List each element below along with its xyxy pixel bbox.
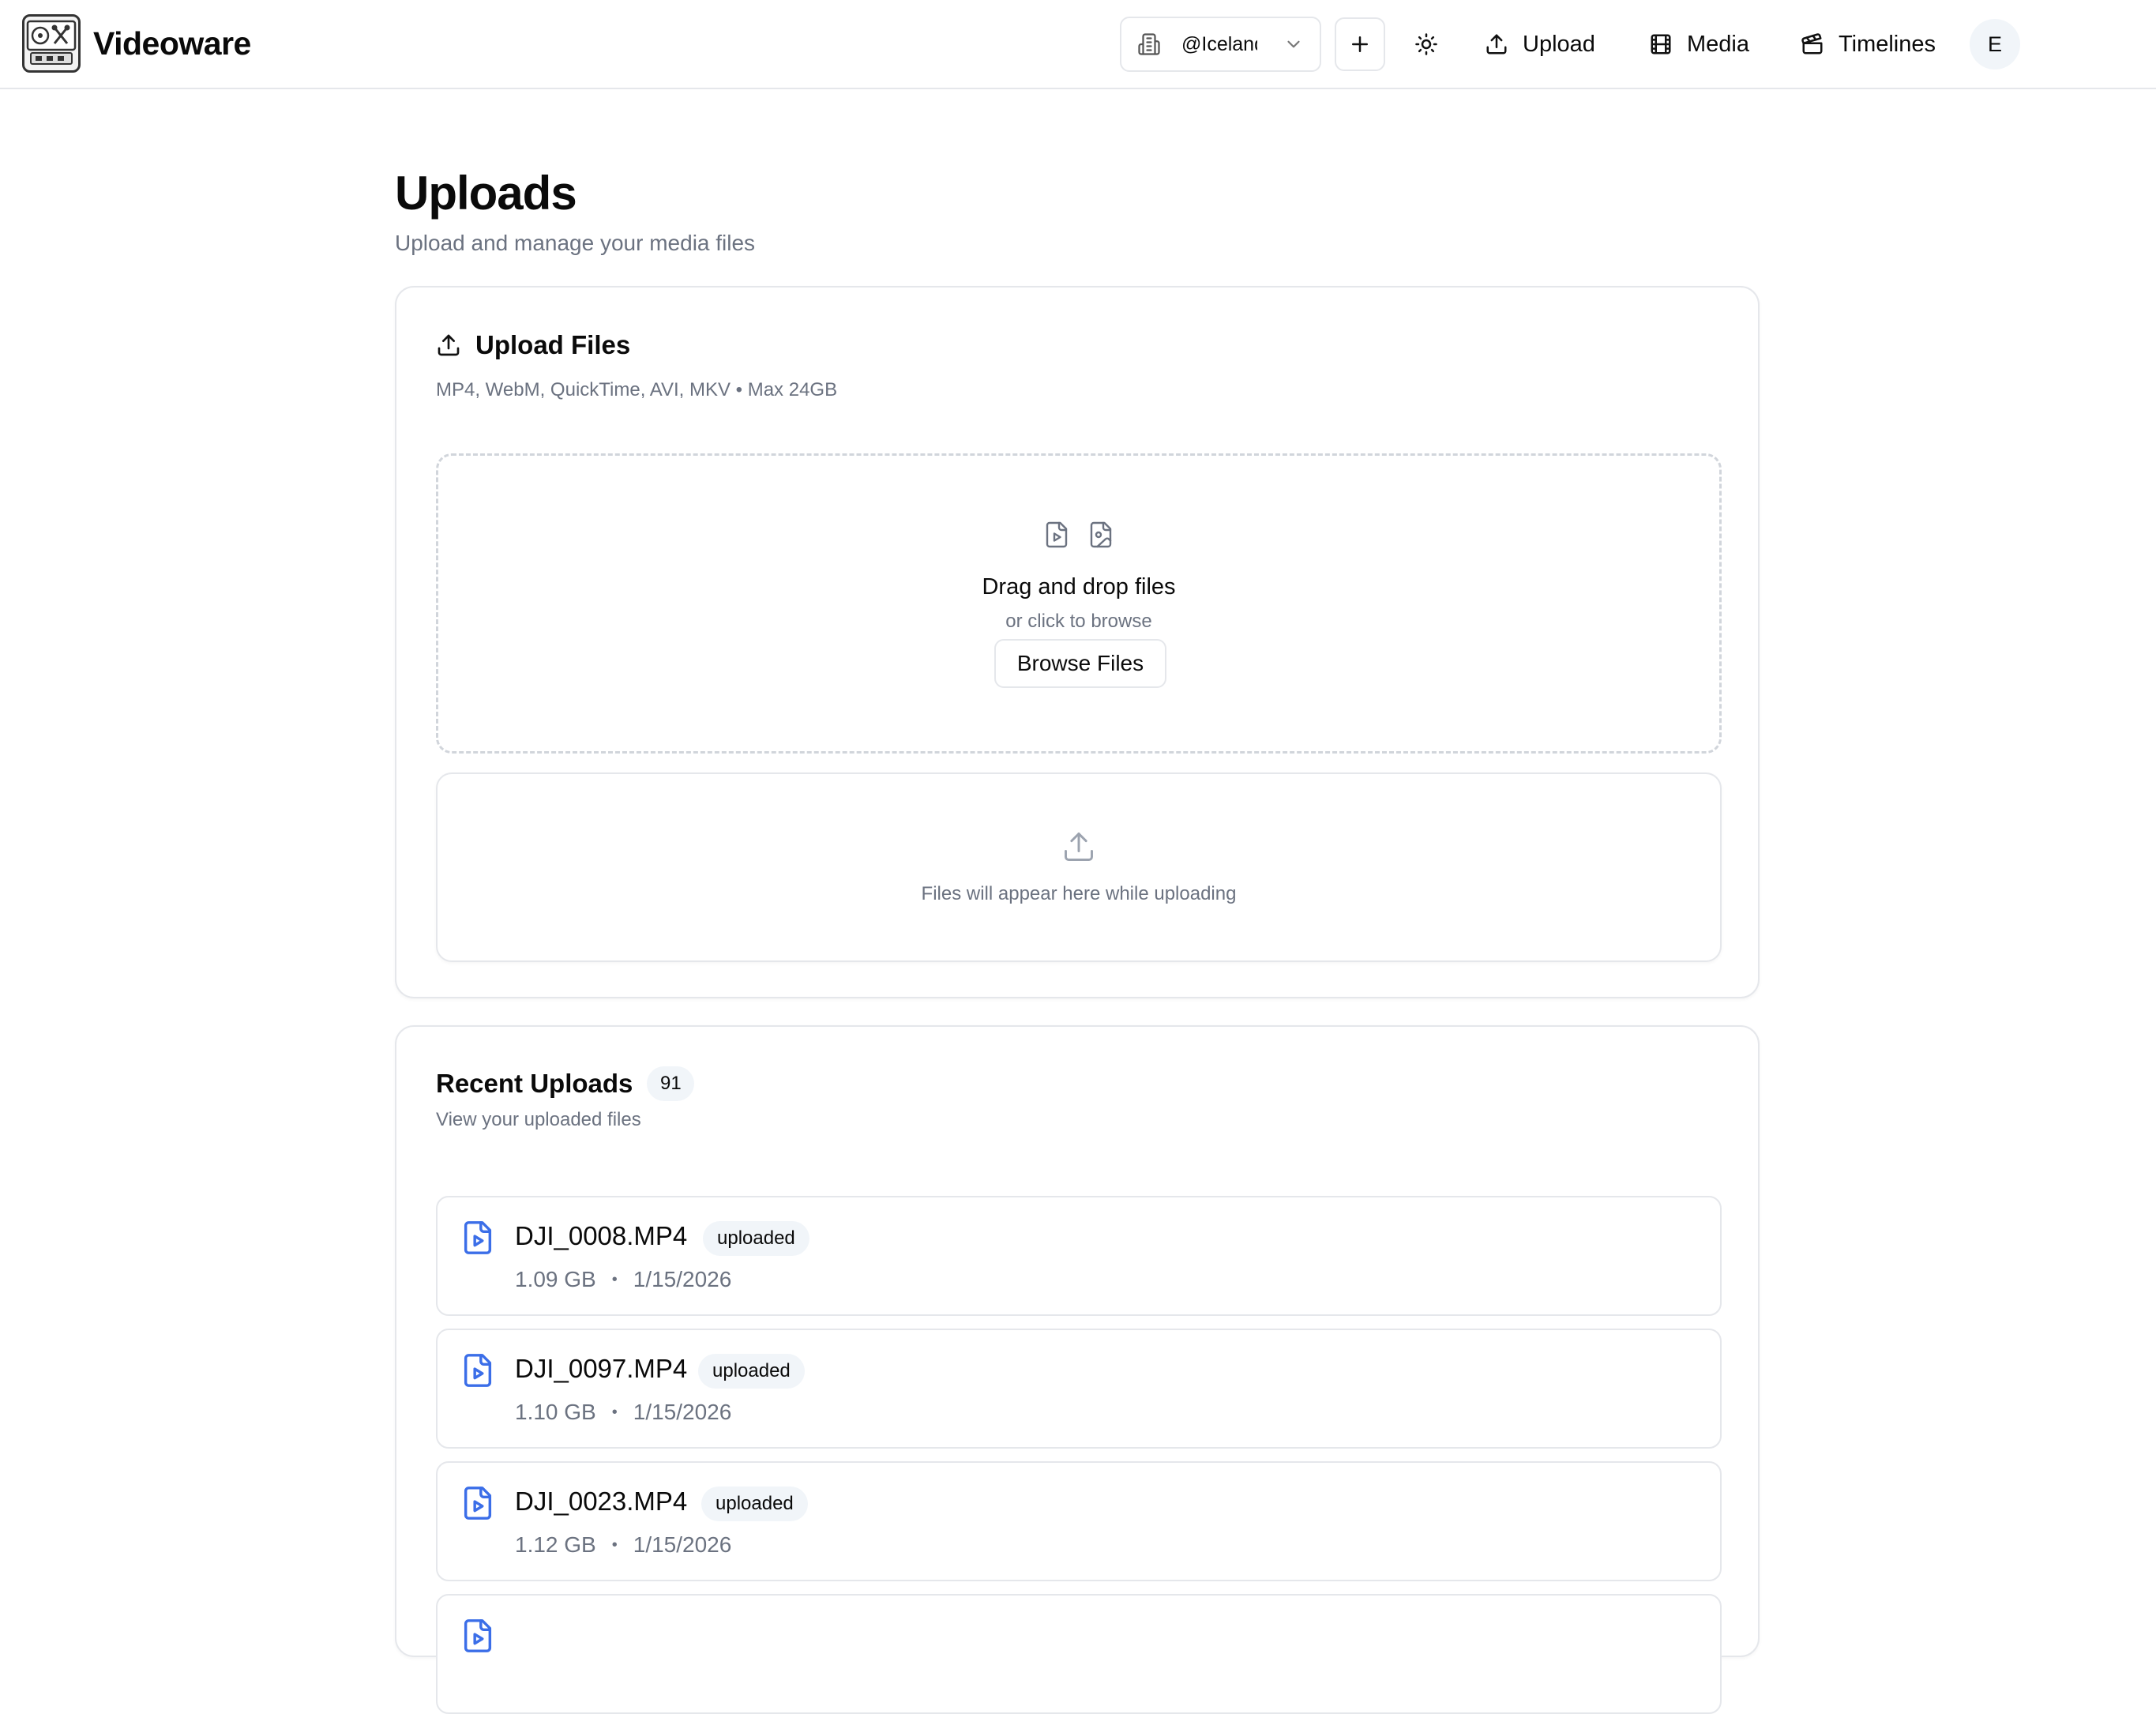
- brand[interactable]: Videoware: [22, 14, 251, 73]
- sun-icon: [1414, 32, 1438, 56]
- dropzone-subtitle: or click to browse: [1005, 611, 1152, 632]
- upload-files-title: Upload Files: [475, 330, 631, 359]
- upload-files-header: Upload Files: [436, 330, 630, 360]
- nav-upload-label: Upload: [1523, 31, 1595, 57]
- file-size: 1.09 GB: [515, 1267, 596, 1291]
- meta-separator: •: [611, 1270, 618, 1288]
- nav-timelines[interactable]: Timelines: [1801, 17, 1936, 71]
- upload-progress-area: Files will appear here while uploading: [436, 772, 1722, 962]
- clapperboard-icon: [1801, 32, 1824, 56]
- brand-name: Videoware: [93, 24, 251, 62]
- upload-empty-text: Files will appear here while uploading: [921, 883, 1237, 904]
- file-name: DJI_0008.MP4: [515, 1221, 688, 1250]
- file-name: DJI_0097.MP4: [515, 1354, 688, 1383]
- film-icon: [1649, 32, 1673, 56]
- theme-toggle-button[interactable]: [1404, 17, 1448, 71]
- file-video-icon: [460, 1218, 496, 1257]
- plus-icon: [1348, 32, 1372, 56]
- nav-media[interactable]: Media: [1649, 17, 1749, 71]
- file-video-icon: [460, 1351, 496, 1390]
- file-video-icon: [460, 1483, 496, 1523]
- upload-icon: [436, 333, 461, 358]
- recent-uploads-subtitle: View your uploaded files: [436, 1109, 641, 1130]
- building-icon: [1137, 32, 1161, 56]
- file-meta: 1.12 GB • 1/15/2026: [515, 1532, 731, 1558]
- file-size: 1.12 GB: [515, 1532, 596, 1557]
- file-video-icon: [460, 1616, 496, 1656]
- upload-icon: [1485, 32, 1508, 56]
- meta-separator: •: [611, 1403, 618, 1421]
- recent-uploads-title: Recent Uploads: [436, 1069, 633, 1098]
- dropzone-icons: [438, 519, 1719, 551]
- dropzone-title: Drag and drop files: [982, 574, 1176, 600]
- file-dropzone[interactable]: Drag and drop files or click to browse B…: [436, 453, 1722, 754]
- browse-files-button[interactable]: Browse Files: [994, 639, 1166, 688]
- add-button[interactable]: [1335, 17, 1385, 71]
- status-badge: uploaded: [703, 1221, 809, 1256]
- recent-uploads-count-badge: 91: [647, 1066, 695, 1101]
- page-title: Uploads: [395, 167, 577, 220]
- file-meta: 1.10 GB • 1/15/2026: [515, 1400, 731, 1425]
- status-badge: uploaded: [701, 1487, 808, 1521]
- file-size: 1.10 GB: [515, 1400, 596, 1424]
- file-date: 1/15/2026: [633, 1400, 732, 1424]
- top-header: Videoware @Iceland Upload Media Timeline…: [0, 0, 2156, 89]
- file-row[interactable]: DJI_0008.MP4 uploaded 1.09 GB • 1/15/202…: [436, 1196, 1722, 1316]
- meta-separator: •: [611, 1535, 618, 1554]
- user-avatar[interactable]: E: [1970, 19, 2020, 70]
- recent-uploads-header: Recent Uploads 91: [436, 1066, 695, 1101]
- file-date: 1/15/2026: [633, 1532, 732, 1557]
- file-row[interactable]: DJI_0097.MP4 uploaded 1.10 GB • 1/15/202…: [436, 1329, 1722, 1449]
- file-date: 1/15/2026: [633, 1267, 732, 1291]
- upload-placeholder-icon: [438, 829, 1720, 864]
- supported-formats: MP4, WebM, QuickTime, AVI, MKV • Max 24G…: [436, 379, 838, 400]
- videoware-logo-icon: [22, 14, 81, 73]
- file-meta: 1.09 GB • 1/15/2026: [515, 1267, 731, 1292]
- upload-files-card: Upload Files MP4, WebM, QuickTime, AVI, …: [395, 286, 1760, 998]
- chevron-down-icon: [1283, 34, 1304, 55]
- avatar-initial: E: [1987, 32, 2002, 56]
- file-image-icon: [1087, 519, 1115, 551]
- file-video-icon: [1042, 519, 1071, 551]
- nav-media-label: Media: [1687, 31, 1749, 57]
- recent-uploads-card: Recent Uploads 91 View your uploaded fil…: [395, 1025, 1760, 1714]
- file-name: DJI_0023.MP4: [515, 1487, 688, 1516]
- page-subtitle: Upload and manage your media files: [395, 231, 756, 255]
- nav-timelines-label: Timelines: [1839, 31, 1936, 57]
- workspace-label: @Iceland: [1181, 32, 1257, 55]
- file-row[interactable]: [436, 1594, 1722, 1714]
- workspace-select[interactable]: @Iceland: [1120, 17, 1321, 72]
- file-row[interactable]: DJI_0023.MP4 uploaded 1.12 GB • 1/15/202…: [436, 1461, 1722, 1581]
- nav-upload[interactable]: Upload: [1485, 17, 1595, 71]
- status-badge: uploaded: [698, 1354, 805, 1389]
